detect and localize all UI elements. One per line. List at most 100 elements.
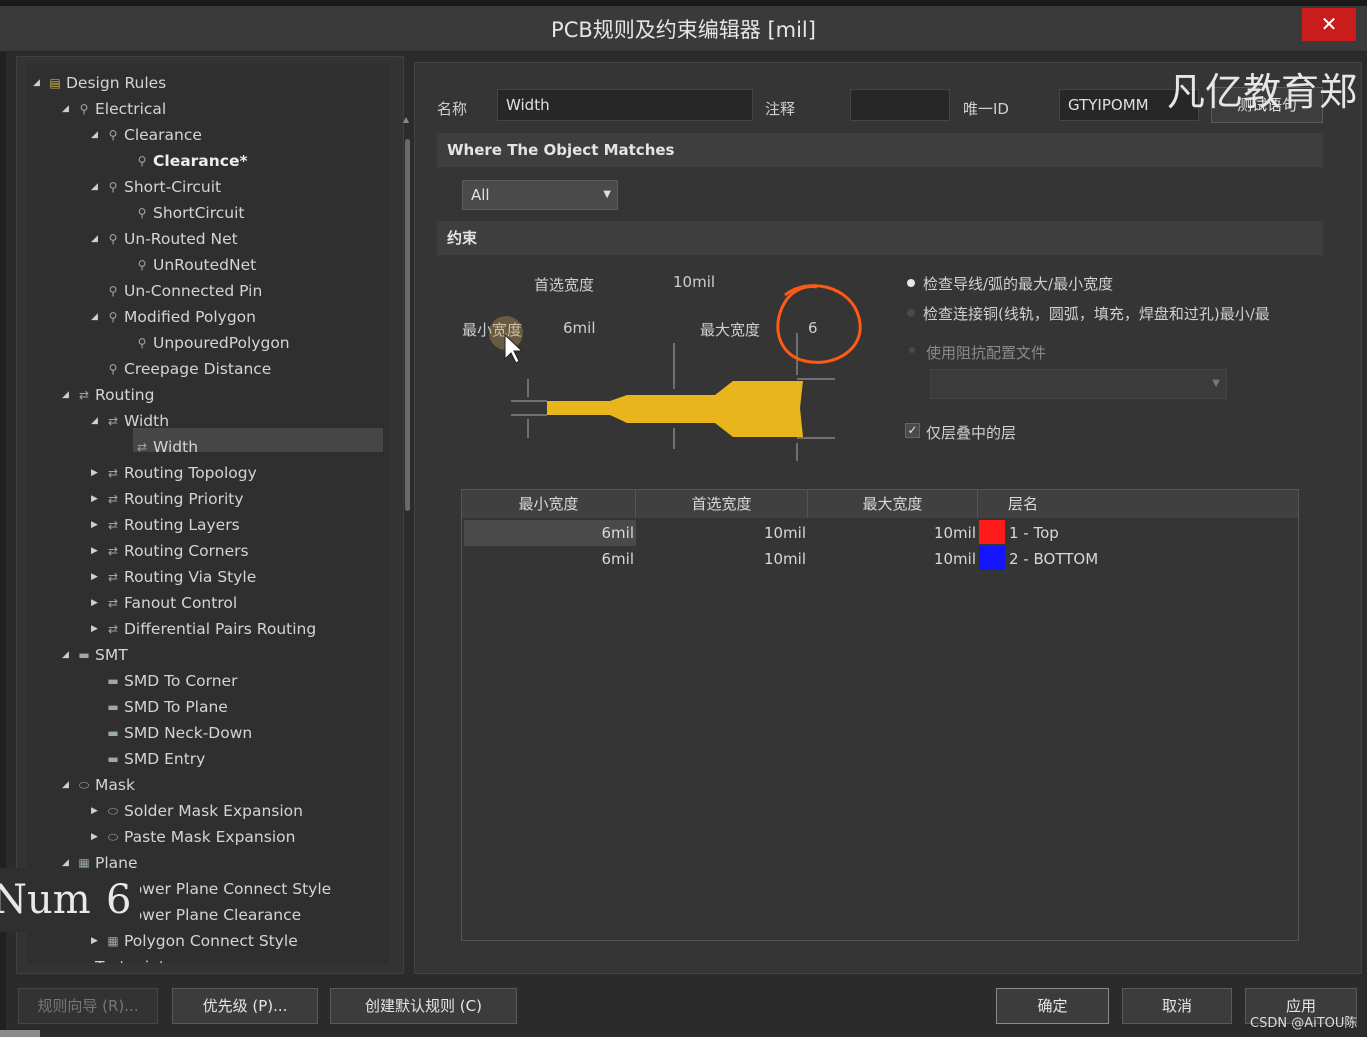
priorities-button[interactable]: 优先级 (P)... xyxy=(172,988,318,1024)
collapse-arrow-icon[interactable]: ◢ xyxy=(91,305,98,329)
tree-item[interactable]: ◢ ⚲ Modified Polygon xyxy=(27,305,387,329)
collapse-arrow-icon[interactable]: ◢ xyxy=(91,123,98,147)
tree-item-label: Power Plane Connect Style xyxy=(124,880,332,898)
table-cell-max[interactable]: 10mil xyxy=(902,546,976,572)
tree-item[interactable]: ▶ ⇄ Routing Layers xyxy=(27,513,387,537)
tree-item-label: Routing Via Style xyxy=(124,568,257,586)
ok-button[interactable]: 确定 xyxy=(996,988,1109,1024)
tree-item-label: Routing Corners xyxy=(124,542,249,560)
table-cell-min[interactable]: 6mil xyxy=(562,546,635,572)
expand-arrow-icon[interactable]: ▶ xyxy=(91,539,98,563)
table-cell-max[interactable]: 10mil xyxy=(902,520,976,546)
expand-arrow-icon[interactable]: ▶ xyxy=(91,461,98,485)
tree-item[interactable]: ▶ ▦ Polygon Connect Style xyxy=(27,929,387,953)
tree-item[interactable]: ◢ ⇄ Width xyxy=(27,409,387,433)
scroll-up-icon[interactable]: ▲ xyxy=(403,115,409,124)
tree-item[interactable]: ▶ ⇄ Differential Pairs Routing xyxy=(27,617,387,641)
collapse-arrow-icon[interactable]: ◢ xyxy=(33,71,40,95)
tree-item-label: Polygon Connect Style xyxy=(124,932,298,950)
tree-item-label: Solder Mask Expansion xyxy=(124,802,303,820)
tree-item[interactable]: ◢ ⚲ Clearance xyxy=(27,123,387,147)
check-copper-option[interactable]: 检查连接铜(线轨，圆弧，填充，焊盘和过孔)最小/最 xyxy=(923,303,1303,324)
table-cell-min[interactable]: 6mil xyxy=(562,520,635,546)
collapse-arrow-icon[interactable]: ◢ xyxy=(91,175,98,199)
tree-item[interactable]: ⚲ Creepage Distance xyxy=(27,357,387,381)
routing-icon: ⇄ xyxy=(107,622,119,636)
impedance-checkbox[interactable] xyxy=(909,347,915,353)
col-min-width[interactable]: 最小宽度 xyxy=(462,490,636,518)
expand-arrow-icon[interactable]: ▶ xyxy=(91,565,98,589)
table-cell-layer[interactable]: 2 - BOTTOM xyxy=(1009,546,1098,572)
rule-wizard-button[interactable]: 规则向导 (R)... xyxy=(18,988,158,1024)
table-cell-preferred[interactable]: 10mil xyxy=(732,520,806,546)
tree-item-label: SMT xyxy=(95,646,128,664)
tree-item[interactable]: ⚲ Clearance* xyxy=(27,149,387,173)
expand-arrow-icon[interactable]: ▶ xyxy=(91,513,98,537)
tree-item[interactable]: ◢ ⇄ Routing xyxy=(27,383,387,407)
collapse-arrow-icon[interactable]: ◢ xyxy=(91,409,98,433)
tree-item[interactable]: ⇄ Width xyxy=(27,435,387,459)
expand-arrow-icon[interactable]: ▶ xyxy=(91,825,98,849)
tree-item[interactable]: ⚲ Un-Connected Pin xyxy=(27,279,387,303)
tree-item-label: Creepage Distance xyxy=(124,360,272,378)
window-title: PCB规则及约束编辑器 [mil] xyxy=(551,18,816,42)
tree-item-label: Paste Mask Expansion xyxy=(124,828,296,846)
col-max-width[interactable]: 最大宽度 xyxy=(808,490,978,518)
tree-item[interactable]: ◢ ⚲ Electrical xyxy=(27,97,387,121)
check-copper-radio[interactable] xyxy=(907,309,915,317)
collapse-arrow-icon[interactable]: ◢ xyxy=(62,643,69,667)
tree-item-label: Power Plane Clearance xyxy=(124,906,302,924)
create-default-rules-button[interactable]: 创建默认规则 (C) xyxy=(330,988,517,1024)
col-preferred-width[interactable]: 首选宽度 xyxy=(636,490,808,518)
tree-scrollbar[interactable]: ▲ ▼ xyxy=(403,115,411,1018)
tree-item-label: SMD Neck-Down xyxy=(124,724,253,742)
layers-only-checkbox[interactable]: ✓ xyxy=(905,423,920,438)
table-cell-layer[interactable]: 1 - Top xyxy=(1009,520,1059,546)
impedance-profile-select[interactable]: ▼ xyxy=(930,369,1227,399)
rule-icon: ⚲ xyxy=(108,232,118,246)
expand-arrow-icon[interactable]: ▶ xyxy=(91,591,98,615)
tree-item[interactable]: ⚲ UnpouredPolygon xyxy=(27,331,387,355)
tree-item[interactable]: ▶ ⇄ Routing Priority xyxy=(27,487,387,511)
tree-item[interactable]: ▬ SMD To Corner xyxy=(27,669,387,693)
tree-item[interactable]: ◢ ▬ SMT xyxy=(27,643,387,667)
expand-arrow-icon[interactable]: ▶ xyxy=(91,487,98,511)
rules-tree-panel: ◢ ▤ Design Rules ◢ ⚲ Electrical ◢ ⚲ Clearance ⚲ Cl… xyxy=(16,56,410,1018)
tree-item[interactable]: ◢ ⚲ Short-Circuit xyxy=(27,175,387,199)
tree-item-label: Un-Routed Net xyxy=(124,230,238,248)
expand-arrow-icon[interactable]: ▶ xyxy=(91,929,98,953)
collapse-arrow-icon[interactable]: ◢ xyxy=(62,955,69,963)
tree-item[interactable]: ⚲ ShortCircuit xyxy=(27,201,387,225)
tree-item[interactable]: ▶ ⇄ Fanout Control xyxy=(27,591,387,615)
scroll-thumb[interactable] xyxy=(405,139,410,511)
col-layer-name[interactable]: 层名 xyxy=(978,490,1298,518)
cancel-button[interactable]: 取消 xyxy=(1122,988,1232,1024)
check-track-radio[interactable] xyxy=(907,279,915,287)
tree-item[interactable]: ▶ ⇄ Routing Topology xyxy=(27,461,387,485)
check-track-option[interactable]: 检查导线/弧的最大/最小宽度 xyxy=(923,273,1113,294)
collapse-arrow-icon[interactable]: ◢ xyxy=(62,97,69,121)
collapse-arrow-icon[interactable]: ◢ xyxy=(62,773,69,797)
routing-icon: ⇄ xyxy=(107,466,119,480)
tree-item[interactable]: ▶ ⬭ Paste Mask Expansion xyxy=(27,825,387,849)
tree-item[interactable]: ▶ ⬭ Solder Mask Expansion xyxy=(27,799,387,823)
tree-item[interactable]: ▬ SMD Neck-Down xyxy=(27,721,387,745)
tree-item[interactable]: ▶ ⇄ Routing Corners xyxy=(27,539,387,563)
collapse-arrow-icon[interactable]: ◢ xyxy=(91,227,98,251)
rule-icon: ⚲ xyxy=(137,206,147,220)
tree-item[interactable]: ▶ ⇄ Routing Via Style xyxy=(27,565,387,589)
tree-item-label: Electrical xyxy=(95,100,167,118)
tree-item[interactable]: ◢ ⬭ Mask xyxy=(27,773,387,797)
table-cell-preferred[interactable]: 10mil xyxy=(732,546,806,572)
expand-arrow-icon[interactable]: ▶ xyxy=(91,617,98,641)
tree-item[interactable]: ▬ SMD To Plane xyxy=(27,695,387,719)
collapse-arrow-icon[interactable]: ◢ xyxy=(62,383,69,407)
tree-item-label: Clearance xyxy=(124,126,202,144)
tree-item[interactable]: ◢ ⚲ Un-Routed Net xyxy=(27,227,387,251)
expand-arrow-icon[interactable]: ▶ xyxy=(91,799,98,823)
tree-item[interactable]: ◢ ▤ Design Rules xyxy=(27,71,387,95)
close-button[interactable]: ✕ xyxy=(1302,8,1356,41)
tree-item[interactable]: ⚲ UnRoutedNet xyxy=(27,253,387,277)
tree-item[interactable]: ▬ SMD Entry xyxy=(27,747,387,771)
tree-item[interactable]: ◢ ⊹Testpoint xyxy=(27,955,387,963)
